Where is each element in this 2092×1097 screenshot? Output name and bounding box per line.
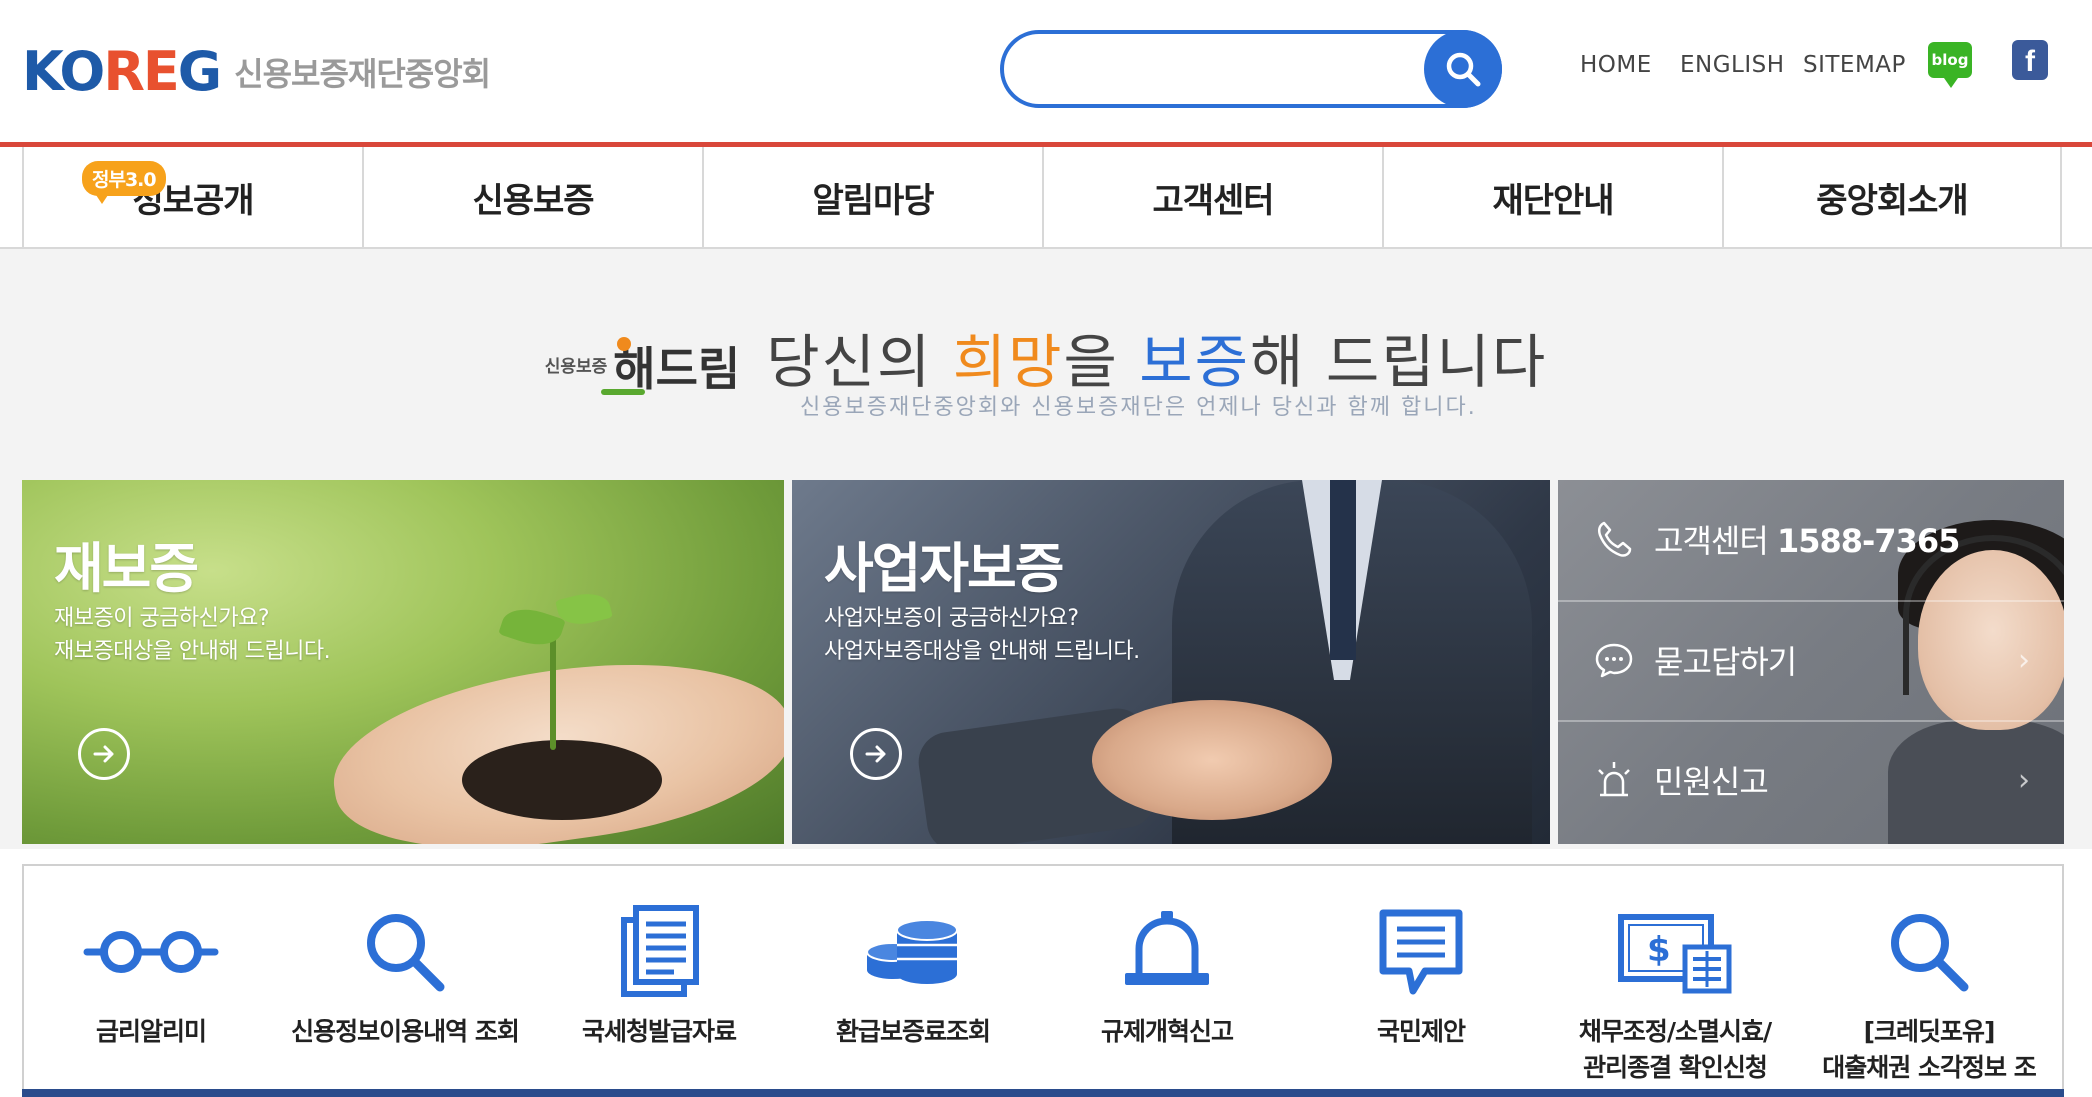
quick-links: 금리알리미 신용정보이용내역 조회 국세청발급자료 환급보증료조회 규제개혁신고… — [22, 864, 2064, 1097]
glasses-icon — [24, 902, 278, 1002]
card-title: 재보증 — [54, 537, 199, 600]
call-center-label: 고객센터 1588-7365 — [1654, 522, 1960, 560]
slogan-brand-small: 신용보증 — [544, 357, 608, 377]
main-nav: 정부3.0 정보공개 신용보증 알림마당 고객센터 재단안내 중앙회소개 — [0, 147, 2092, 249]
org-name: 신용보증재단중앙회 — [234, 54, 491, 93]
chat-bubble-icon — [1595, 643, 1633, 678]
logo-wordmark: KOREG — [22, 40, 222, 103]
search-button[interactable] — [1424, 30, 1502, 108]
coins-icon — [786, 902, 1040, 1002]
quick-link-credit-info-inquiry[interactable]: 신용정보이용내역 조회 — [278, 866, 532, 1092]
card-description: 사업자보증이 궁금하신가요? 사업자보증대상을 안내해 드립니다. — [824, 606, 1140, 664]
card-title: 사업자보증 — [824, 537, 1064, 600]
nav-item-about[interactable]: 중앙회소개 — [1722, 147, 2062, 247]
alarm-bell-icon — [1040, 902, 1294, 1002]
site-logo[interactable]: KOREG 신용보증재단중앙회 — [22, 40, 491, 103]
complaint-label: 민원신고 — [1654, 763, 1769, 801]
quick-link-refund-fee-inquiry[interactable]: 환급보증료조회 — [786, 866, 1040, 1092]
blog-icon[interactable]: blog — [1928, 42, 1972, 88]
slogan-brand: 해드림 — [601, 333, 740, 399]
siren-icon — [1598, 762, 1630, 797]
card-description: 재보증이 궁금하신가요? 재보증대상을 안내해 드립니다. — [54, 606, 331, 664]
quick-link-rate-alert[interactable]: 금리알리미 — [24, 866, 278, 1092]
search-input[interactable] — [1028, 46, 1408, 92]
sitemap-link[interactable]: SITEMAP — [1803, 52, 1906, 78]
home-link[interactable]: HOME — [1580, 52, 1652, 78]
nav-item-notices[interactable]: 알림마당 — [702, 147, 1042, 247]
business-guarantee-card[interactable]: 사업자보증 사업자보증이 궁금하신가요? 사업자보증대상을 안내해 드립니다. — [792, 480, 1550, 844]
qna-label: 묻고답하기 — [1654, 643, 1797, 681]
nav-label: 재단안내 — [1492, 180, 1614, 221]
chevron-right-icon: › — [2018, 642, 2030, 678]
site-header: KOREG 신용보증재단중앙회 HOME ENGLISH SITEMAP blo… — [0, 0, 2092, 145]
quick-link-label: 국세청발급자료 — [581, 1017, 737, 1046]
quick-link-debt-adjustment[interactable]: $ 채무조정/소멸시효/관리종결 확인신청 — [1548, 866, 1802, 1092]
english-link[interactable]: ENGLISH — [1680, 52, 1785, 78]
slogan-subtitle: 신용보증재단중앙회와 신용보증재단은 언제나 당신과 함께 합니다. — [800, 395, 1477, 420]
quick-link-label: 금리알리미 — [95, 1017, 207, 1046]
quick-link-regulation-report[interactable]: 규제개혁신고 — [1040, 866, 1294, 1092]
quick-link-label: 신용정보이용내역 조회 — [291, 1017, 520, 1046]
call-center-row[interactable]: 고객센터 1588-7365 — [1558, 480, 2064, 598]
search-icon — [1446, 52, 1481, 87]
search-icon — [1802, 902, 2056, 1002]
search-icon — [278, 902, 532, 1002]
quick-link-public-proposal[interactable]: 국민제안 — [1294, 866, 1548, 1092]
nav-label: 고객센터 — [1152, 180, 1274, 221]
nav-label: 신용보증 — [472, 180, 594, 221]
complaint-row[interactable]: 민원신고 › — [1558, 720, 2064, 838]
nav-item-customer-center[interactable]: 고객센터 — [1042, 147, 1382, 247]
call-center-number: 1588-7365 — [1776, 522, 1960, 560]
slogan-main: 당신의 희망을 보증해 드립니다 — [766, 328, 1548, 396]
quick-link-nts-documents[interactable]: 국세청발급자료 — [532, 866, 786, 1092]
svg-text:$: $ — [1647, 930, 1671, 970]
qna-row[interactable]: 묻고답하기 › — [1558, 600, 2064, 718]
handshake-image — [1092, 700, 1332, 820]
quick-link-label: 채무조정/소멸시효/관리종결 확인신청 — [1578, 1017, 1772, 1082]
arrow-right-icon[interactable] — [850, 728, 902, 780]
gov30-badge: 정부3.0 — [82, 161, 166, 204]
bill-icon: $ — [1548, 902, 1802, 1002]
quick-link-label: 환급보증료조회 — [835, 1017, 991, 1046]
nav-label: 알림마당 — [812, 180, 934, 221]
document-icon — [532, 902, 786, 1002]
nav-item-credit-guarantee[interactable]: 신용보증 — [362, 147, 702, 247]
chevron-right-icon: › — [2018, 762, 2030, 798]
nav-item-info-disclosure[interactable]: 정부3.0 정보공개 — [22, 147, 362, 247]
nav-label: 중앙회소개 — [1816, 180, 1968, 221]
facebook-icon[interactable]: f — [2012, 40, 2048, 80]
speech-bubble-icon — [1294, 902, 1548, 1002]
phone-icon — [1597, 521, 1632, 557]
quick-link-credit4u[interactable]: [크레딧포유] 대출채권 소각정보 조 — [1802, 866, 2056, 1092]
quick-links-bottom-bar — [22, 1089, 2064, 1097]
quick-link-label: [크레딧포유] 대출채권 소각정보 조 — [1822, 1017, 2036, 1082]
customer-service-card: 고객센터 1588-7365 묻고답하기 › 민원신고 › — [1558, 480, 2064, 844]
reguarantee-card[interactable]: 재보증 재보증이 궁금하신가요? 재보증대상을 안내해 드립니다. — [22, 480, 784, 844]
search-box — [1000, 30, 1502, 108]
arrow-right-icon[interactable] — [78, 728, 130, 780]
slogan: 신용보증 해드림 당신의 희망을 보증해 드립니다 — [0, 315, 2092, 399]
quick-link-label: 국민제안 — [1376, 1017, 1466, 1046]
quick-link-label: 규제개혁신고 — [1100, 1017, 1234, 1046]
nav-item-foundation-guide[interactable]: 재단안내 — [1382, 147, 1722, 247]
